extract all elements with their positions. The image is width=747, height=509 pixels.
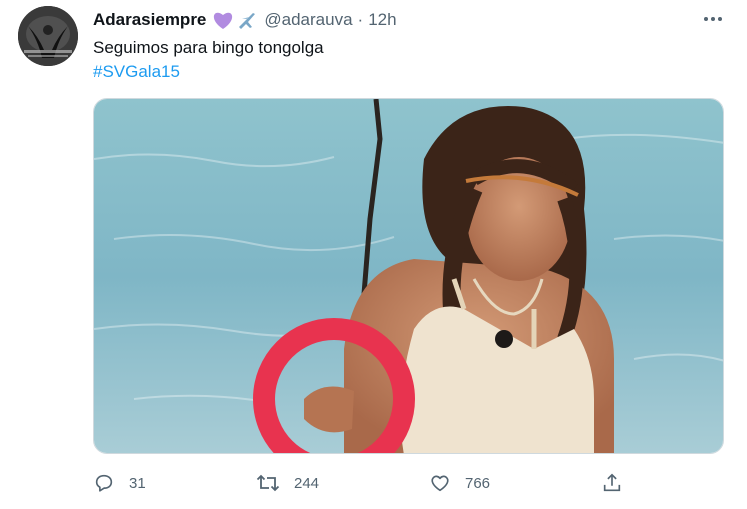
reply-icon — [95, 474, 113, 492]
user-handle[interactable]: @adarauva — [264, 10, 352, 30]
tweet-media[interactable] — [93, 98, 724, 454]
avatar[interactable] — [18, 6, 78, 66]
name-emojis — [212, 10, 258, 30]
share-icon — [603, 473, 621, 492]
display-name[interactable]: Adarasiempre — [93, 10, 206, 30]
tweet-text: Seguimos para bingo tongolga — [93, 38, 324, 57]
hashtag-link[interactable]: #SVGala15 — [93, 61, 180, 83]
avatar-image — [18, 6, 78, 66]
like-count: 766 — [465, 474, 491, 492]
retweet-button[interactable]: 244 — [256, 470, 319, 496]
tweet-actions: 31 244 766 — [93, 470, 653, 496]
tweet-header: Adarasiempre @adarauva · 12h — [93, 8, 397, 32]
airplane-icon — [239, 13, 256, 29]
purple-heart-icon — [214, 12, 233, 29]
more-icon — [704, 17, 722, 21]
heart-icon — [431, 475, 449, 492]
more-options-button[interactable] — [700, 8, 726, 30]
tweet: Adarasiempre @adarauva · 12h Seguimos pa… — [0, 0, 747, 509]
separator-dot: · — [357, 10, 364, 29]
retweet-icon — [256, 474, 280, 492]
like-button[interactable]: 766 — [429, 470, 490, 496]
share-button[interactable] — [601, 470, 623, 496]
photo-woman-at-sea — [94, 99, 723, 453]
reply-button[interactable]: 31 — [93, 470, 146, 496]
reply-count: 31 — [129, 474, 146, 492]
timestamp[interactable]: 12h — [368, 10, 396, 30]
retweet-count: 244 — [294, 474, 320, 492]
